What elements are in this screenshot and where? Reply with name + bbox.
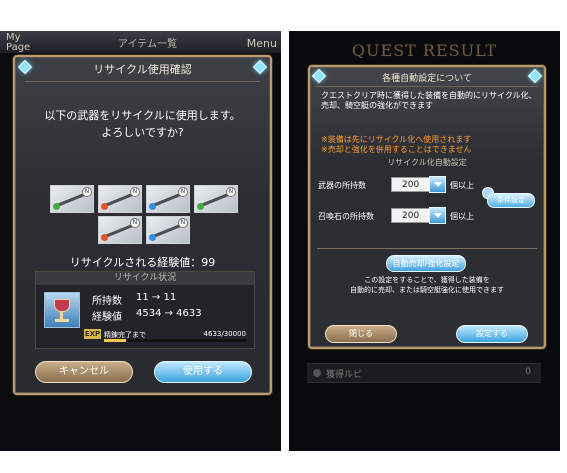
rarity-badge: N bbox=[130, 218, 140, 228]
rarity-badge: N bbox=[178, 187, 188, 197]
recycle-setting-heading: リサイクル化自動設定 bbox=[387, 158, 467, 167]
weapon-tile: N bbox=[98, 216, 142, 244]
weapon-tile: N bbox=[146, 185, 190, 213]
fire-element-icon bbox=[101, 234, 108, 241]
screen-title: アイテム一覧 bbox=[118, 39, 177, 50]
auto-sell-enhance-button[interactable]: 自動売却/強化設定 bbox=[386, 255, 466, 272]
mypage-link[interactable]: My Page bbox=[6, 33, 30, 53]
rarity-badge: N bbox=[82, 187, 92, 197]
exp-label: 経験値 bbox=[92, 312, 122, 323]
warning-line-1: ※装備は先にリサイクル化へ使用されます bbox=[321, 135, 472, 144]
list-item-value: 0 bbox=[525, 367, 531, 377]
set-button[interactable]: 設定する bbox=[456, 325, 528, 343]
divider bbox=[316, 86, 538, 87]
chevron-down-icon[interactable] bbox=[429, 207, 446, 224]
water-element-icon bbox=[149, 203, 156, 210]
owned-label: 所持数 bbox=[92, 296, 122, 307]
recycle-exp-text: リサイクルされる経験値：99 bbox=[69, 256, 216, 269]
water-element-icon bbox=[149, 234, 156, 241]
weapon-tile: N bbox=[146, 216, 190, 244]
recycle-status-box: リサイクル状況 所持数 11 → 11 経験値 4534 → 4633 EXP … bbox=[35, 271, 255, 349]
close-button[interactable]: 閉じる bbox=[325, 325, 397, 343]
confirm-message: 以下の武器をリサイクルに使用します。 よろしいですか? bbox=[15, 107, 270, 141]
confirm-line-1: 以下の武器をリサイクルに使用します。 bbox=[44, 109, 241, 122]
cancel-button[interactable]: キャンセル bbox=[35, 361, 133, 383]
light-element-icon bbox=[197, 203, 204, 210]
top-bar: My Page アイテム一覧 Menu bbox=[0, 31, 281, 53]
dialog-title: 各種自動設定について bbox=[382, 74, 472, 84]
divider bbox=[317, 248, 537, 249]
recycle-confirm-screen: My Page アイテム一覧 Menu リサイクル使用確認 以下の武器をリサイク… bbox=[0, 31, 281, 451]
recycle-confirm-dialog: リサイクル使用確認 以下の武器をリサイクルに使用します。 よろしいですか? N N… bbox=[13, 55, 272, 395]
exp-badge: EXP bbox=[84, 329, 101, 339]
auto-settings-screen: QUEST RESULT 各種自動設定について クエストクリア時に獲得した装備を… bbox=[289, 31, 560, 451]
chevron-down-icon[interactable] bbox=[429, 176, 446, 193]
rarity-badge: N bbox=[178, 218, 188, 228]
refine-progress-fill bbox=[104, 339, 126, 342]
rarity-badge: N bbox=[130, 187, 140, 197]
condition-settings-button[interactable]: 条件設定 bbox=[487, 193, 535, 208]
confirm-line-2: よろしいですか? bbox=[101, 126, 184, 139]
note-line-2: 自動的に売却、または騎空艇強化に使用できます bbox=[350, 286, 504, 294]
menu-link[interactable]: Menu bbox=[247, 37, 277, 50]
status-heading: リサイクル状況 bbox=[36, 272, 254, 285]
weapon-tile: N bbox=[98, 185, 142, 213]
use-button[interactable]: 使用する bbox=[154, 361, 252, 383]
summon-count-unit: 個以上 bbox=[450, 212, 474, 221]
auto-settings-dialog: 各種自動設定について クエストクリア時に獲得した装備を自動的にリサイクル化、売却… bbox=[308, 65, 546, 349]
weapon-count-label: 武器の所持数 bbox=[318, 181, 366, 190]
rarity-badge: N bbox=[226, 187, 236, 197]
wind-element-icon bbox=[53, 203, 60, 210]
weapon-tile: N bbox=[50, 185, 94, 213]
note-line-1: この設定をすることで、獲得した装備を bbox=[364, 276, 490, 284]
weapon-tile: N bbox=[194, 185, 238, 213]
list-item-name: 獲得ルピ bbox=[326, 370, 363, 380]
exp-value: 4534 → 4633 bbox=[136, 308, 202, 319]
list-item: 獲得ルピ 0 bbox=[307, 363, 541, 383]
divider bbox=[25, 81, 260, 82]
note-text: この設定をすることで、獲得した装備を 自動的に売却、または騎空艇強化に使用できま… bbox=[310, 275, 544, 295]
warning-line-2: ※売却と強化を併用することはできません bbox=[321, 145, 472, 154]
description-text: クエストクリア時に獲得した装備を自動的にリサイクル化、売却、騎空艇の強化ができま… bbox=[321, 91, 537, 110]
summon-count-label: 召喚石の所持数 bbox=[318, 212, 374, 221]
dialog-title: リサイクル使用確認 bbox=[93, 63, 192, 76]
fire-element-icon bbox=[101, 203, 108, 210]
warning-text: ※装備は先にリサイクル化へ使用されます ※売却と強化を併用することはできません bbox=[321, 135, 537, 155]
grail-icon bbox=[44, 292, 80, 328]
weapon-count-unit: 個以上 bbox=[450, 181, 474, 190]
quest-result-banner: QUEST RESULT bbox=[351, 41, 498, 60]
rupie-icon bbox=[313, 369, 321, 377]
owned-value: 11 → 11 bbox=[136, 292, 177, 303]
refine-value: 4633/30000 bbox=[203, 330, 246, 338]
refine-progress-bar bbox=[104, 339, 246, 342]
